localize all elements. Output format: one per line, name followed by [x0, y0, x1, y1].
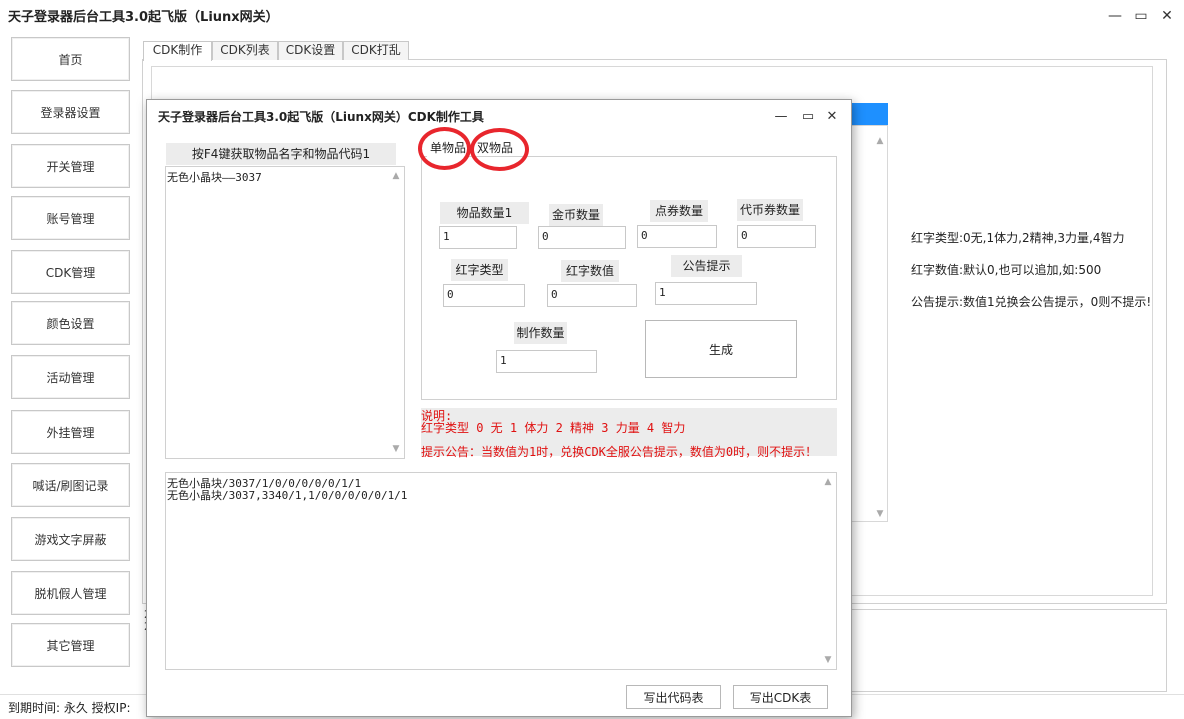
notes-line-1: 红字类型 0 无 1 体力 2 精神 3 力量 4 智力: [421, 421, 686, 435]
app-title: 天子登录器后台工具3.0起飞版（Liunx网关）: [8, 10, 279, 25]
make-qty-label: 制作数量: [514, 322, 567, 344]
hint-red-type: 红字类型:0无,1体力,2精神,3力量,4智力: [911, 231, 1125, 245]
item-qty-input[interactable]: 1: [439, 226, 517, 249]
red-type-input[interactable]: 0: [443, 284, 525, 307]
close-button[interactable]: ✕: [1157, 6, 1177, 26]
notes-line-2: 提示公告：当数值为1时，兑换CDK全服公告提示，数值为0时，则不提示！: [421, 445, 818, 459]
gold-qty-input[interactable]: 0: [538, 226, 626, 249]
scroll-up-icon[interactable]: ▲: [822, 477, 834, 487]
item-list[interactable]: ▲ ▼: [165, 166, 405, 459]
tab-cdk-create[interactable]: CDK制作: [143, 41, 212, 61]
log-box: [850, 609, 1167, 692]
item-list-header: 按F4键获取物品名字和物品代码1: [166, 143, 396, 165]
hint-notice: 公告提示:数值1兑换会公告提示，0则不提示!: [911, 295, 1152, 309]
sidebar-item-color-settings[interactable]: 颜色设置: [11, 301, 130, 345]
highlight-circle-double: [470, 128, 529, 171]
output-line: 无色小晶块/3037,3340/1,1/0/0/0/0/0/1/1: [167, 489, 408, 502]
red-value-input[interactable]: 0: [547, 284, 637, 307]
sidebar-item-launcher-settings[interactable]: 登录器设置: [11, 90, 130, 134]
sidebar-item-cdk-management[interactable]: CDK管理: [11, 250, 130, 294]
scroll-down-icon[interactable]: ▼: [390, 444, 402, 454]
voucher-qty-label: 代币券数量: [737, 199, 803, 221]
scroll-down-icon[interactable]: ▼: [874, 509, 886, 519]
scroll-up-icon[interactable]: ▲: [390, 171, 402, 181]
sidebar-item-text-filter[interactable]: 游戏文字屏蔽: [11, 517, 130, 561]
sidebar-item-cheat-management[interactable]: 外挂管理: [11, 410, 130, 454]
notice-input[interactable]: 1: [655, 282, 757, 305]
dialog-maximize-button[interactable]: ▭: [799, 108, 817, 126]
status-text: 到期时间: 永久 授权IP:: [8, 701, 131, 715]
dialog-title: 天子登录器后台工具3.0起飞版（Liunx网关）CDK制作工具: [158, 110, 484, 124]
voucher-qty-input[interactable]: 0: [737, 225, 816, 248]
tab-cdk-settings[interactable]: CDK设置: [278, 41, 343, 60]
tab-cdk-list[interactable]: CDK列表: [212, 41, 278, 60]
export-cdk-table-button[interactable]: 写出CDK表: [733, 685, 828, 709]
point-qty-label: 点券数量: [650, 200, 708, 222]
maximize-button[interactable]: ▭: [1131, 6, 1151, 26]
red-value-label: 红字数值: [561, 260, 619, 282]
sidebar-item-offline-bots[interactable]: 脱机假人管理: [11, 571, 130, 615]
sidebar-item-home[interactable]: 首页: [11, 37, 130, 81]
tab-cdk-shuffle[interactable]: CDK打乱: [343, 41, 409, 60]
export-code-table-button[interactable]: 写出代码表: [626, 685, 721, 709]
dialog-minimize-button[interactable]: —: [772, 108, 790, 126]
sidebar-item-event-management[interactable]: 活动管理: [11, 355, 130, 399]
sidebar-item-chat-records[interactable]: 喊话/刷图记录: [11, 463, 130, 507]
gold-qty-label: 金币数量: [549, 204, 603, 226]
selected-row-highlight[interactable]: [850, 103, 888, 125]
red-type-label: 红字类型: [451, 259, 508, 281]
scroll-down-icon[interactable]: ▼: [822, 655, 834, 665]
sidebar-item-other-management[interactable]: 其它管理: [11, 623, 130, 667]
generate-button[interactable]: 生成: [645, 320, 797, 378]
highlight-circle-single: [418, 127, 471, 170]
background-list[interactable]: ▲ ▼: [850, 125, 888, 522]
make-qty-input[interactable]: 1: [496, 350, 597, 373]
sidebar-item-switch-management[interactable]: 开关管理: [11, 144, 130, 188]
sidebar-item-account-management[interactable]: 账号管理: [11, 196, 130, 240]
minimize-button[interactable]: —: [1105, 6, 1125, 26]
item-qty-label: 物品数量1: [440, 202, 529, 224]
list-item[interactable]: 无色小晶块——3037: [167, 169, 262, 185]
dialog-close-button[interactable]: ✕: [823, 108, 841, 126]
scroll-up-icon[interactable]: ▲: [874, 136, 886, 146]
point-qty-input[interactable]: 0: [637, 225, 717, 248]
notice-label: 公告提示: [671, 255, 742, 277]
hint-red-value: 红字数值:默认0,也可以追加,如:500: [911, 263, 1102, 277]
